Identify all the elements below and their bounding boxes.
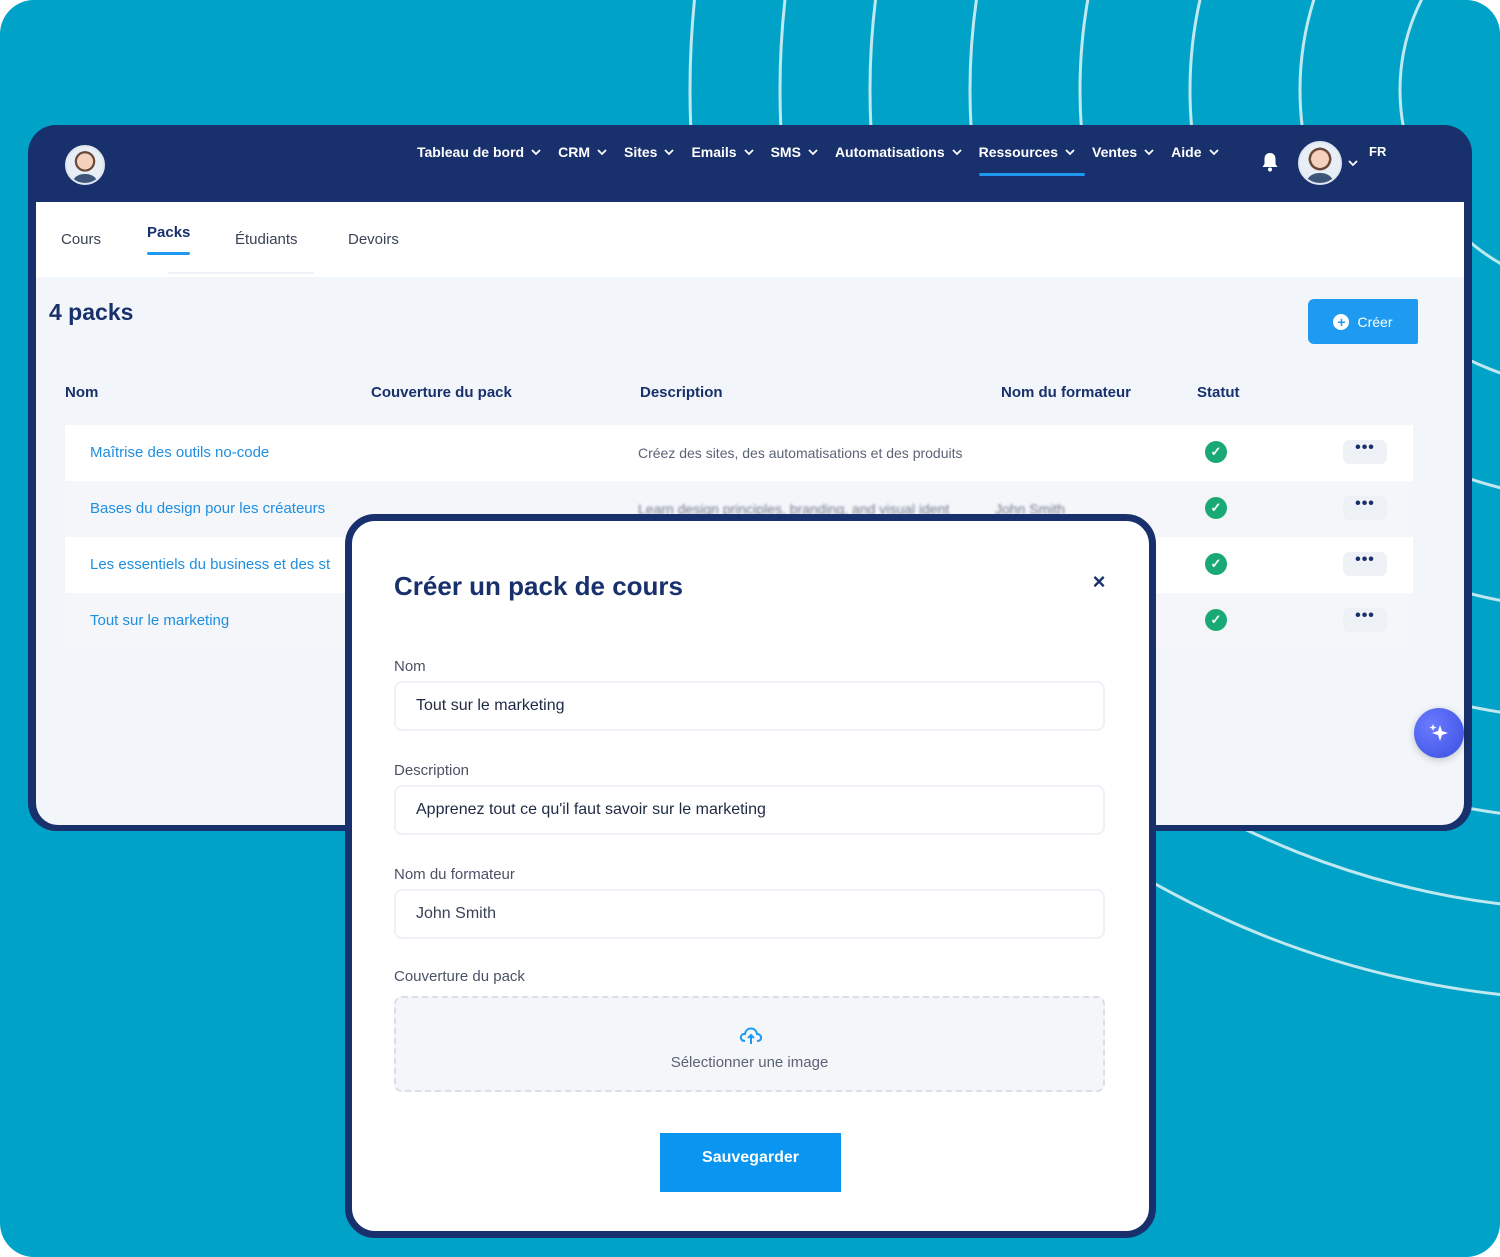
nav-item-crm[interactable]: CRM [558, 143, 607, 161]
nav-item-aide[interactable]: Aide [1171, 143, 1219, 161]
user-avatar[interactable] [1298, 141, 1342, 185]
nav-item-label: Tableau de bord [417, 144, 525, 160]
section-tabs: Cours Packs Étudiants Devoirs [36, 202, 1464, 277]
cover-field-label: Couverture du pack [394, 968, 525, 985]
nav-item-label: Aide [1171, 144, 1202, 160]
column-header-trainer[interactable]: Nom du formateur [1001, 384, 1131, 401]
pack-name-link[interactable]: Bases du design pour les créateurs [90, 500, 325, 517]
nav-item-label: Ressources [978, 144, 1059, 160]
nav-item-emails[interactable]: Emails [691, 143, 754, 161]
more-actions-button[interactable]: ••• [1343, 496, 1387, 520]
bell-icon[interactable] [1261, 152, 1279, 172]
brand-avatar[interactable] [65, 145, 105, 185]
table-row[interactable]: Maîtrise des outils no-code Créez des si… [65, 425, 1413, 481]
upload-label: Sélectionner une image [670, 1054, 829, 1071]
chevron-down-icon [531, 149, 541, 156]
pack-name-link[interactable]: Les essentiels du business et des st [90, 556, 330, 573]
nav-item-label: Ventes [1092, 144, 1138, 160]
chevron-down-icon [743, 149, 754, 156]
check-circle-icon: ✓ [1205, 553, 1227, 575]
main-menu: Tableau de bord CRM Sites Emails SMS Automati… [417, 143, 1236, 176]
table-header: Nom Couverture du pack Description Nom d… [65, 367, 1413, 425]
chevron-down-icon [1065, 149, 1075, 156]
close-icon[interactable]: × [1088, 571, 1110, 593]
pack-name-link[interactable]: Maîtrise des outils no-code [90, 444, 269, 461]
image-upload-dropzone[interactable]: Sélectionner une image [394, 996, 1105, 1092]
column-header-name[interactable]: Nom [65, 384, 98, 401]
chevron-down-icon [1144, 149, 1154, 156]
plus-circle-icon: + [1333, 313, 1350, 330]
check-circle-icon: ✓ [1205, 609, 1227, 631]
pack-description: Créez des sites, des automatisations et … [638, 445, 963, 461]
cloud-upload-icon [739, 1027, 763, 1044]
tabs-divider [168, 272, 314, 274]
nav-item-label: SMS [770, 144, 801, 160]
column-header-description[interactable]: Description [640, 384, 723, 401]
pack-name-link[interactable]: Tout sur le marketing [90, 612, 229, 629]
nav-item-label: Emails [691, 144, 737, 160]
check-circle-icon: ✓ [1205, 497, 1227, 519]
nav-item-sites[interactable]: Sites [623, 143, 675, 161]
tab-etudiants[interactable]: Étudiants [235, 231, 298, 248]
page-background: Tableau de bord CRM Sites Emails SMS Automati… [0, 0, 1500, 1257]
nav-item-sms[interactable]: SMS [771, 143, 818, 161]
tab-packs[interactable]: Packs [147, 224, 191, 255]
chevron-down-icon [951, 149, 962, 156]
page-title: 4 packs [49, 299, 134, 325]
create-pack-button[interactable]: + Créer [1308, 299, 1418, 344]
tab-cours[interactable]: Cours [61, 231, 101, 248]
trainer-field-label: Nom du formateur [394, 866, 515, 883]
chevron-down-icon [664, 149, 675, 156]
description-field-label: Description [394, 762, 470, 779]
description-field[interactable] [394, 785, 1105, 835]
check-circle-icon: ✓ [1205, 441, 1227, 463]
save-button[interactable]: Sauvegarder [660, 1133, 841, 1192]
name-field-label: Nom [394, 658, 426, 675]
nav-item-tableau-de-bord[interactable]: Tableau de bord [417, 143, 541, 161]
top-navbar: Tableau de bord CRM Sites Emails SMS Automati… [28, 125, 1472, 202]
nav-item-label: Sites [623, 144, 658, 160]
name-field[interactable] [394, 681, 1105, 731]
chevron-down-icon [808, 149, 818, 156]
ai-assistant-button[interactable] [1414, 708, 1464, 758]
more-actions-button[interactable]: ••• [1343, 608, 1387, 632]
language-switcher[interactable]: FR [1369, 144, 1386, 159]
nav-item-automatisations[interactable]: Automatisations [835, 143, 962, 161]
modal-title: Créer un pack de cours [394, 571, 683, 601]
tab-devoirs[interactable]: Devoirs [348, 231, 399, 248]
more-actions-button[interactable]: ••• [1343, 440, 1387, 464]
column-header-cover[interactable]: Couverture du pack [371, 384, 512, 401]
more-actions-button[interactable]: ••• [1343, 552, 1387, 576]
chevron-down-icon [1208, 149, 1219, 156]
column-header-status[interactable]: Statut [1197, 384, 1240, 401]
trainer-field[interactable] [394, 889, 1105, 939]
create-button-label: Créer [1357, 313, 1393, 330]
nav-item-label: CRM [558, 144, 590, 160]
chevron-down-icon [597, 149, 607, 156]
create-pack-modal: Créer un pack de cours × Nom Description… [345, 514, 1156, 1238]
nav-item-ventes[interactable]: Ventes [1092, 143, 1154, 161]
sparkle-icon [1429, 724, 1448, 741]
user-menu-chevron-icon[interactable] [1348, 159, 1358, 167]
nav-item-label: Automatisations [834, 144, 945, 160]
nav-item-ressources[interactable]: Ressources [978, 143, 1086, 176]
